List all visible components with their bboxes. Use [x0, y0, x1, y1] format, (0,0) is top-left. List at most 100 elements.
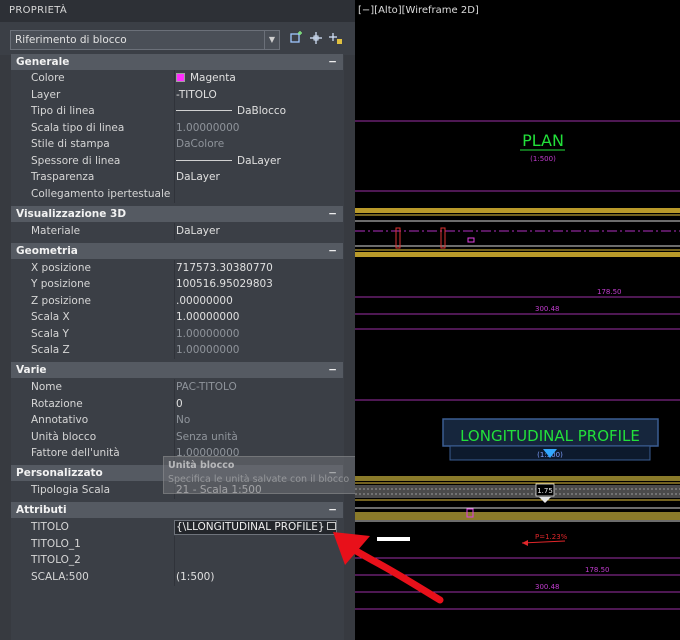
property-label: Unità blocco [31, 431, 97, 443]
property-value[interactable]: 717573.30380770 [174, 260, 339, 277]
profile-dimension-2: 300.48 [535, 583, 560, 591]
property-value[interactable]: (1:500) [174, 569, 339, 586]
property-row-titolo[interactable]: TITOLO {\LLONGITUDINAL PROFILE} [11, 519, 343, 536]
property-row-scala-z[interactable]: Scala Z 1.00000000 [11, 342, 343, 359]
property-value[interactable]: .00000000 [174, 293, 339, 310]
property-label: Spessore di linea [31, 155, 121, 167]
field-editor-icon[interactable] [327, 522, 336, 530]
property-row-scala-x[interactable]: Scala X 1.00000000 [11, 309, 343, 326]
property-label: Tipologia Scala [31, 484, 111, 496]
property-value[interactable]: -TITOLO [174, 87, 339, 104]
property-label: Stile di stampa [31, 138, 110, 150]
property-value[interactable]: DaLayer [174, 153, 339, 170]
property-row-stile-stampa[interactable]: Stile di stampa DaColore [11, 136, 343, 153]
property-row-annotativo[interactable]: Annotativo No [11, 412, 343, 429]
section-label: Generale [16, 56, 70, 68]
property-row-tipo-linea[interactable]: Tipo di linea DaBlocco [11, 103, 343, 120]
property-value[interactable]: PAC-TITOLO [174, 379, 339, 396]
section-label: Personalizzato [16, 467, 103, 479]
property-value[interactable]: 1.00000000 [174, 120, 339, 137]
property-row-titolo-2[interactable]: TITOLO_2 [11, 552, 343, 569]
quick-select-icon[interactable] [288, 31, 306, 49]
object-type-value: Riferimento di blocco [15, 34, 127, 46]
property-row-x-posizione[interactable]: X posizione 717573.30380770 [11, 260, 343, 277]
property-value[interactable]: 1.00000000 [174, 326, 339, 343]
palette-scroll-strip[interactable] [344, 55, 355, 640]
property-row-unita-blocco[interactable]: Unità blocco Senza unità [11, 429, 343, 446]
drawing-viewport[interactable]: PLAN (1:500) 178.50 300.48 LONGITUDINAL … [355, 0, 680, 640]
property-value[interactable]: DaColore [174, 136, 339, 153]
property-value[interactable]: DaLayer [174, 223, 339, 240]
section-varie[interactable]: Varie − [11, 362, 343, 378]
property-value[interactable] [174, 552, 339, 569]
property-row-y-posizione[interactable]: Y posizione 100516.95029803 [11, 276, 343, 293]
property-value[interactable]: No [174, 412, 339, 429]
plan-dimension-1: 178.50 [597, 288, 622, 296]
property-label: Scala Z [31, 344, 70, 356]
property-row-titolo-1[interactable]: TITOLO_1 [11, 536, 343, 553]
property-row-z-posizione[interactable]: Z posizione .00000000 [11, 293, 343, 310]
property-label: Colore [31, 72, 65, 84]
property-value[interactable] [174, 536, 339, 553]
property-value[interactable]: 0 [174, 396, 339, 413]
property-label: Layer [31, 89, 61, 101]
property-row-rotazione[interactable]: Rotazione 0 [11, 396, 343, 413]
property-row-materiale[interactable]: Materiale DaLayer [11, 223, 343, 240]
property-row-colore[interactable]: Colore Magenta [11, 70, 343, 87]
property-value[interactable]: DaLayer [174, 169, 339, 186]
property-value[interactable]: DaBlocco [174, 103, 339, 120]
property-row-spessore[interactable]: Spessore di linea DaLayer [11, 153, 343, 170]
titolo-input[interactable]: {\LLONGITUDINAL PROFILE} [174, 520, 337, 535]
select-objects-icon[interactable] [307, 31, 325, 49]
property-row-trasparenza[interactable]: Trasparenza DaLayer [11, 169, 343, 186]
collapse-icon[interactable]: − [328, 502, 337, 518]
property-label: Materiale [31, 225, 81, 237]
property-label: Tipo di linea [31, 105, 95, 117]
toggle-pickadd-icon[interactable] [327, 31, 345, 49]
tooltip: Unità blocco Specifica le unità salvate … [163, 456, 357, 494]
color-swatch-icon [176, 73, 185, 82]
property-value[interactable] [174, 186, 339, 203]
section-geometria[interactable]: Geometria − [11, 243, 343, 259]
property-label: X posizione [31, 262, 91, 274]
collapse-icon[interactable]: − [328, 54, 337, 70]
color-value: Magenta [190, 72, 236, 84]
property-label: Scala tipo di linea [31, 122, 125, 134]
plan-title: PLAN [522, 131, 564, 150]
property-row-collegamento[interactable]: Collegamento ipertestuale [11, 186, 343, 203]
viewport-controls-label[interactable]: [−][Alto][Wireframe 2D] [358, 5, 479, 16]
section-generale[interactable]: Generale − [11, 54, 343, 70]
property-value[interactable]: 100516.95029803 [174, 276, 339, 293]
section-visualizzazione-3d[interactable]: Visualizzazione 3D − [11, 206, 343, 222]
property-row-nome[interactable]: Nome PAC-TITOLO [11, 379, 343, 396]
property-label: TITOLO [31, 521, 69, 533]
property-label: Scala Y [31, 328, 69, 340]
object-type-dropdown[interactable]: Riferimento di blocco ▼ [10, 30, 280, 50]
property-value[interactable]: 1.00000000 [174, 309, 339, 326]
section-label: Attributi [16, 504, 67, 516]
property-label: Z posizione [31, 295, 91, 307]
profile-marker: 1.75 [537, 487, 553, 495]
property-label: Trasparenza [31, 171, 95, 183]
property-row-scala-y[interactable]: Scala Y 1.00000000 [11, 326, 343, 343]
collapse-icon[interactable]: − [328, 243, 337, 259]
property-label: TITOLO_2 [31, 554, 81, 566]
property-row-scala-tipo-linea[interactable]: Scala tipo di linea 1.00000000 [11, 120, 343, 137]
section-attributi[interactable]: Attributi − [11, 502, 343, 518]
property-value[interactable]: Senza unità [174, 429, 339, 446]
collapse-icon[interactable]: − [328, 206, 337, 222]
property-row-layer[interactable]: Layer -TITOLO [11, 87, 343, 104]
cad-drawing[interactable]: PLAN (1:500) 178.50 300.48 LONGITUDINAL … [355, 0, 680, 640]
chevron-down-icon[interactable]: ▼ [264, 31, 279, 49]
property-row-scala-500[interactable]: SCALA:500 (1:500) [11, 569, 343, 586]
palette-title: PROPRIETÀ [0, 0, 355, 22]
property-value[interactable]: 1.00000000 [174, 342, 339, 359]
property-value[interactable]: Magenta [174, 70, 339, 87]
property-label: TITOLO_1 [31, 538, 81, 550]
collapse-icon[interactable]: − [328, 362, 337, 378]
palette-left-strip [0, 55, 11, 640]
profile-title: LONGITUDINAL PROFILE [460, 427, 640, 445]
tooltip-title: Unità blocco [168, 460, 235, 471]
slope-label: P=1.23% [535, 533, 568, 541]
linetype-preview [176, 110, 232, 111]
